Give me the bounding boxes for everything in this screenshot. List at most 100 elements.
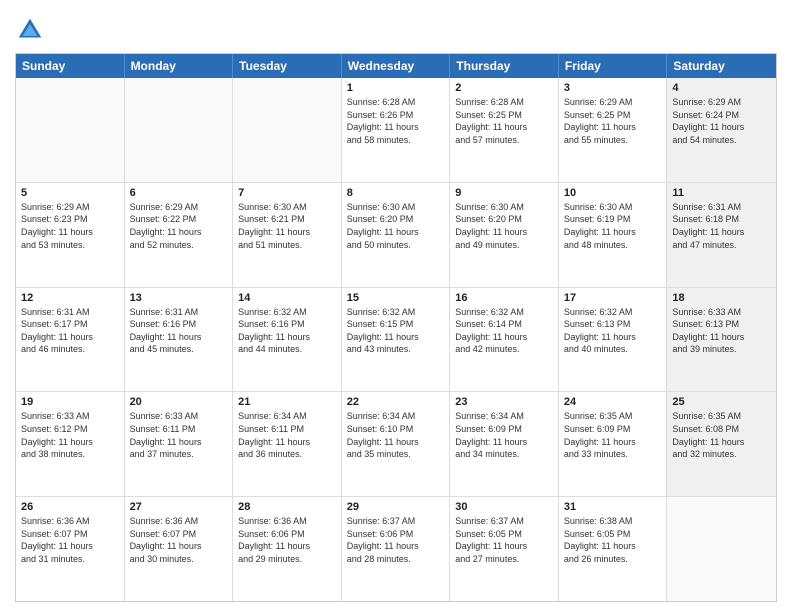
- calendar-body: 1Sunrise: 6:28 AM Sunset: 6:26 PM Daylig…: [16, 78, 776, 601]
- calendar-cell: 25 Sunrise: 6:35 AM Sunset: 6:08 PM Dayli…: [667, 392, 776, 496]
- day-number: 25: [672, 396, 771, 408]
- calendar-cell: 12Sunrise: 6:31 AM Sunset: 6:17 PM Dayli…: [16, 288, 125, 392]
- day-number: 11: [672, 187, 771, 199]
- cell-info: Sunrise: 6:36 AM Sunset: 6:07 PM Dayligh…: [130, 515, 228, 565]
- calendar-cell: 30Sunrise: 6:37 AM Sunset: 6:05 PM Dayli…: [450, 497, 559, 601]
- day-number: 29: [347, 501, 445, 513]
- cell-info: Sunrise: 6:29 AM Sunset: 6:24 PM Dayligh…: [672, 96, 771, 146]
- calendar-cell: 29 Sunrise: 6:37 AM Sunset: 6:06 PM Dayli…: [342, 497, 451, 601]
- day-number: 9: [455, 187, 553, 199]
- day-number: 28: [238, 501, 336, 513]
- cell-info: Sunrise: 6:32 AM Sunset: 6:13 PM Dayligh…: [564, 306, 662, 356]
- header-day-sunday: Sunday: [16, 54, 125, 78]
- cell-info: Sunrise: 6:28 AM Sunset: 6:25 PM Dayligh…: [455, 96, 553, 146]
- cell-info: Sunrise: 6:29 AM Sunset: 6:23 PM Dayligh…: [21, 201, 119, 251]
- calendar-cell: 1Sunrise: 6:28 AM Sunset: 6:26 PM Daylig…: [342, 78, 451, 182]
- page: SundayMondayTuesdayWednesdayThursdayFrid…: [0, 0, 792, 612]
- calendar-cell: [667, 497, 776, 601]
- calendar-cell: 28 Sunrise: 6:36 AM Sunset: 6:06 PM Dayli…: [233, 497, 342, 601]
- cell-info: Sunrise: 6:36 AM Sunset: 6:06 PM Dayligh…: [238, 515, 336, 565]
- day-number: 8: [347, 187, 445, 199]
- day-number: 23: [455, 396, 553, 408]
- cell-info: Sunrise: 6:33 AM Sunset: 6:11 PM Dayligh…: [130, 410, 228, 460]
- calendar-row: 26 Sunrise: 6:36 AM Sunset: 6:07 PM Dayli…: [16, 496, 776, 601]
- calendar-cell: 19 Sunrise: 6:33 AM Sunset: 6:12 PM Dayli…: [16, 392, 125, 496]
- calendar-cell: 24 Sunrise: 6:35 AM Sunset: 6:09 PM Dayli…: [559, 392, 668, 496]
- day-number: 6: [130, 187, 228, 199]
- calendar-row: 19 Sunrise: 6:33 AM Sunset: 6:12 PM Dayli…: [16, 391, 776, 496]
- calendar-cell: [233, 78, 342, 182]
- calendar-cell: 21Sunrise: 6:34 AM Sunset: 6:11 PM Dayli…: [233, 392, 342, 496]
- day-number: 13: [130, 292, 228, 304]
- cell-info: Sunrise: 6:30 AM Sunset: 6:19 PM Dayligh…: [564, 201, 662, 251]
- header-day-thursday: Thursday: [450, 54, 559, 78]
- day-number: 5: [21, 187, 119, 199]
- calendar-header: SundayMondayTuesdayWednesdayThursdayFrid…: [16, 54, 776, 78]
- calendar-row: 5 Sunrise: 6:29 AM Sunset: 6:23 PM Daylig…: [16, 182, 776, 287]
- header-day-monday: Monday: [125, 54, 234, 78]
- calendar-cell: 15 Sunrise: 6:32 AM Sunset: 6:15 PM Dayli…: [342, 288, 451, 392]
- calendar-cell: 7 Sunrise: 6:30 AM Sunset: 6:21 PM Daylig…: [233, 183, 342, 287]
- cell-info: Sunrise: 6:31 AM Sunset: 6:16 PM Dayligh…: [130, 306, 228, 356]
- day-number: 26: [21, 501, 119, 513]
- calendar-cell: 5 Sunrise: 6:29 AM Sunset: 6:23 PM Daylig…: [16, 183, 125, 287]
- cell-info: Sunrise: 6:38 AM Sunset: 6:05 PM Dayligh…: [564, 515, 662, 565]
- day-number: 24: [564, 396, 662, 408]
- day-number: 14: [238, 292, 336, 304]
- calendar-cell: 10 Sunrise: 6:30 AM Sunset: 6:19 PM Dayli…: [559, 183, 668, 287]
- calendar-cell: 16 Sunrise: 6:32 AM Sunset: 6:14 PM Dayli…: [450, 288, 559, 392]
- calendar-cell: 22Sunrise: 6:34 AM Sunset: 6:10 PM Dayli…: [342, 392, 451, 496]
- calendar-row: 1Sunrise: 6:28 AM Sunset: 6:26 PM Daylig…: [16, 78, 776, 182]
- day-number: 18: [672, 292, 771, 304]
- cell-info: Sunrise: 6:35 AM Sunset: 6:09 PM Dayligh…: [564, 410, 662, 460]
- day-number: 4: [672, 82, 771, 94]
- day-number: 21: [238, 396, 336, 408]
- calendar-cell: 6Sunrise: 6:29 AM Sunset: 6:22 PM Daylig…: [125, 183, 234, 287]
- day-number: 2: [455, 82, 553, 94]
- cell-info: Sunrise: 6:37 AM Sunset: 6:06 PM Dayligh…: [347, 515, 445, 565]
- calendar-cell: 27 Sunrise: 6:36 AM Sunset: 6:07 PM Dayli…: [125, 497, 234, 601]
- calendar: SundayMondayTuesdayWednesdayThursdayFrid…: [15, 53, 777, 602]
- cell-info: Sunrise: 6:34 AM Sunset: 6:09 PM Dayligh…: [455, 410, 553, 460]
- calendar-cell: 13 Sunrise: 6:31 AM Sunset: 6:16 PM Dayli…: [125, 288, 234, 392]
- logo: [15, 15, 49, 45]
- cell-info: Sunrise: 6:30 AM Sunset: 6:20 PM Dayligh…: [455, 201, 553, 251]
- day-number: 3: [564, 82, 662, 94]
- day-number: 22: [347, 396, 445, 408]
- calendar-cell: 23 Sunrise: 6:34 AM Sunset: 6:09 PM Dayli…: [450, 392, 559, 496]
- calendar-cell: [16, 78, 125, 182]
- day-number: 7: [238, 187, 336, 199]
- day-number: 30: [455, 501, 553, 513]
- day-number: 19: [21, 396, 119, 408]
- cell-info: Sunrise: 6:32 AM Sunset: 6:15 PM Dayligh…: [347, 306, 445, 356]
- header-day-tuesday: Tuesday: [233, 54, 342, 78]
- calendar-cell: 2 Sunrise: 6:28 AM Sunset: 6:25 PM Daylig…: [450, 78, 559, 182]
- day-number: 17: [564, 292, 662, 304]
- day-number: 27: [130, 501, 228, 513]
- cell-info: Sunrise: 6:36 AM Sunset: 6:07 PM Dayligh…: [21, 515, 119, 565]
- calendar-row: 12Sunrise: 6:31 AM Sunset: 6:17 PM Dayli…: [16, 287, 776, 392]
- day-number: 1: [347, 82, 445, 94]
- cell-info: Sunrise: 6:35 AM Sunset: 6:08 PM Dayligh…: [672, 410, 771, 460]
- header-day-friday: Friday: [559, 54, 668, 78]
- cell-info: Sunrise: 6:32 AM Sunset: 6:14 PM Dayligh…: [455, 306, 553, 356]
- logo-icon: [15, 15, 45, 45]
- day-number: 15: [347, 292, 445, 304]
- cell-info: Sunrise: 6:31 AM Sunset: 6:17 PM Dayligh…: [21, 306, 119, 356]
- day-number: 16: [455, 292, 553, 304]
- day-number: 10: [564, 187, 662, 199]
- calendar-cell: [125, 78, 234, 182]
- calendar-cell: 3Sunrise: 6:29 AM Sunset: 6:25 PM Daylig…: [559, 78, 668, 182]
- calendar-cell: 9 Sunrise: 6:30 AM Sunset: 6:20 PM Daylig…: [450, 183, 559, 287]
- calendar-cell: 20Sunrise: 6:33 AM Sunset: 6:11 PM Dayli…: [125, 392, 234, 496]
- cell-info: Sunrise: 6:33 AM Sunset: 6:12 PM Dayligh…: [21, 410, 119, 460]
- calendar-cell: 11Sunrise: 6:31 AM Sunset: 6:18 PM Dayli…: [667, 183, 776, 287]
- calendar-cell: 18 Sunrise: 6:33 AM Sunset: 6:13 PM Dayli…: [667, 288, 776, 392]
- calendar-cell: 8 Sunrise: 6:30 AM Sunset: 6:20 PM Daylig…: [342, 183, 451, 287]
- cell-info: Sunrise: 6:30 AM Sunset: 6:20 PM Dayligh…: [347, 201, 445, 251]
- cell-info: Sunrise: 6:33 AM Sunset: 6:13 PM Dayligh…: [672, 306, 771, 356]
- calendar-cell: 17 Sunrise: 6:32 AM Sunset: 6:13 PM Dayli…: [559, 288, 668, 392]
- day-number: 31: [564, 501, 662, 513]
- cell-info: Sunrise: 6:30 AM Sunset: 6:21 PM Dayligh…: [238, 201, 336, 251]
- calendar-cell: 4 Sunrise: 6:29 AM Sunset: 6:24 PM Daylig…: [667, 78, 776, 182]
